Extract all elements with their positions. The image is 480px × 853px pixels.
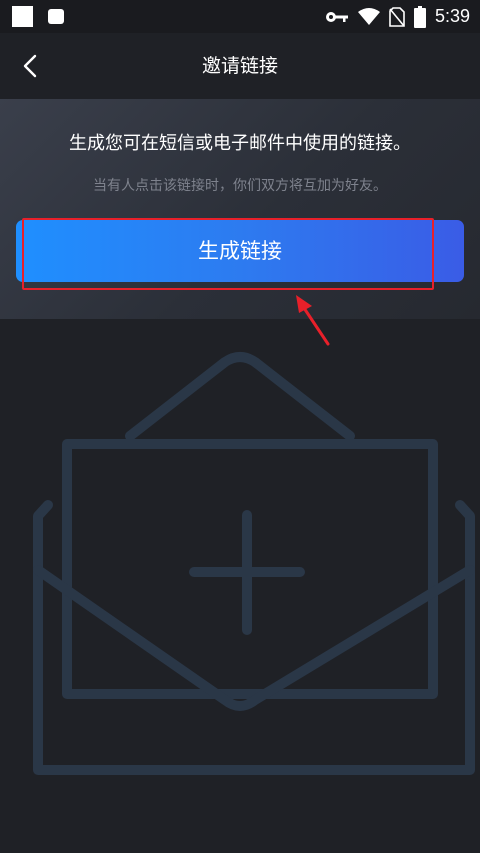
page-title: 邀请链接 bbox=[201, 55, 278, 77]
no-sim-icon bbox=[389, 6, 405, 27]
status-bar: 5:39 bbox=[0, 0, 480, 33]
invite-subtext: 当有人点击该链接时，你们双方将互加为好友。 bbox=[93, 178, 387, 194]
header: 邀请链接 bbox=[0, 33, 480, 99]
status-time: 5:39 bbox=[434, 6, 470, 26]
envelope-plus-icon bbox=[33, 352, 475, 775]
key-icon bbox=[325, 11, 348, 22]
generate-link-button[interactable]: 生成链接 bbox=[16, 220, 464, 282]
back-button[interactable] bbox=[14, 50, 46, 82]
invite-panel: 生成您可在短信或电子邮件中使用的链接。 当有人点击该链接时，你们双方将互加为好友… bbox=[0, 99, 480, 319]
battery-icon bbox=[413, 5, 426, 28]
app-square-icon bbox=[12, 6, 33, 27]
invite-description: 生成您可在短信或电子邮件中使用的链接。 bbox=[69, 133, 411, 154]
status-icons: 5:39 bbox=[325, 0, 470, 33]
wifi-icon bbox=[357, 7, 380, 25]
notification-icon bbox=[48, 9, 64, 24]
chevron-left-icon bbox=[23, 54, 37, 78]
